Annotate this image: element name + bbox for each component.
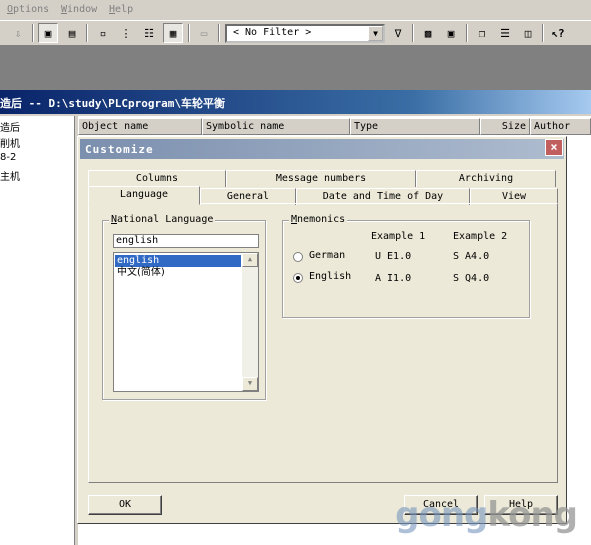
list-item[interactable]: 中文(简体) [115,267,241,279]
menubar: Options Window Help [0,0,591,20]
ok-button[interactable]: OK [88,495,162,515]
radio-german[interactable] [293,252,303,262]
german-example2: S A4.0 [453,251,490,262]
network-icon[interactable]: ▣ [38,23,58,43]
language-tab-panel: National Language english english 中文(简体)… [88,203,558,483]
close-icon[interactable]: × [545,139,563,156]
menu-window[interactable]: Window [61,4,97,15]
tree-item[interactable]: 造后 [0,119,20,134]
column-symbolic-name[interactable]: Symbolic name [202,118,350,135]
help-pointer-icon[interactable]: ↖? [548,23,568,43]
list-icon[interactable]: ⋮ [116,23,136,43]
toolbar-separator [466,24,468,42]
filter-value: < No Filter > [233,27,312,38]
label-german[interactable]: German [309,250,345,261]
national-language-label: National Language [109,214,216,225]
mnemonics-group: Mnemonics Example 1 Example 2 German U E… [282,214,530,318]
workspace-background [0,46,591,90]
column-type[interactable]: Type [350,118,480,135]
scroll-up-icon[interactable]: ▲ [242,253,258,267]
column-size[interactable]: Size [480,118,530,135]
toolbar-separator [188,24,190,42]
listbox-scrollbar[interactable]: ▲ ▼ [242,253,258,391]
disabled-icon: ▭ [200,26,208,40]
customize-dialog: Customize × Columns Message numbers Arch… [77,136,567,524]
toolbar-separator [542,24,544,42]
example1-header: Example 1 [371,231,426,242]
watermark-logo: gongkong [395,495,578,535]
tree-item[interactable]: 8-2 [0,152,16,163]
radio-english[interactable] [293,273,303,283]
project-tree[interactable]: 造后 削机 8-2 主机 [0,116,75,545]
tree-item[interactable]: 主机 [0,168,20,183]
filter-select[interactable]: < No Filter > ▼ [225,24,385,43]
tab-message-numbers[interactable]: Message numbers [226,170,416,187]
menu-options[interactable]: Options [7,4,49,15]
project-window-title: 造后 -- D:\study\PLCprogram\车轮平衡 [0,90,591,114]
small-icons-icon[interactable]: ▫ [93,23,113,43]
toolbar-separator [86,24,88,42]
cascade-icon[interactable]: ❐ [472,23,492,43]
dialog-title: Customize [80,139,564,159]
toolbar-separator [218,24,220,42]
english-example1: A I1.0 [375,273,412,284]
tile-vertical-icon[interactable]: ◫ [518,23,538,43]
mnemonics-label: Mnemonics [289,214,348,225]
english-example2: S Q4.0 [453,273,490,284]
language-listbox[interactable]: english 中文(简体) ▲ ▼ [113,252,259,392]
tab-language[interactable]: Language [88,186,200,205]
column-author[interactable]: Author [530,118,591,135]
toolbar-separator [412,24,414,42]
details-icon[interactable]: ☷ [139,23,159,43]
list-item[interactable]: english [115,255,241,267]
network-config-icon[interactable]: ▤ [62,23,82,43]
filter-icon[interactable]: ∇ [388,23,408,43]
tab-columns[interactable]: Columns [88,170,226,187]
national-language-group: National Language english english 中文(简体)… [102,214,266,400]
chevron-down-icon[interactable]: ▼ [368,26,383,41]
german-example1: U E1.0 [375,251,412,262]
menu-help[interactable]: Help [109,4,133,15]
scroll-down-icon[interactable]: ▼ [242,377,258,391]
tab-archiving[interactable]: Archiving [416,170,556,187]
toolbar-separator [32,24,34,42]
tile-horizontal-icon[interactable]: ☰ [495,23,515,43]
toolbar: ⇩ ▣ ▤ ▫ ⋮ ☷ ▦ ▭ < No Filter > ▼ ∇ ▩ ▣ ❐ … [0,20,591,46]
example2-header: Example 2 [453,231,508,242]
memory-icon[interactable]: ▣ [441,23,461,43]
table-icon[interactable]: ▦ [163,23,183,43]
tree-item[interactable]: 削机 [0,135,20,150]
language-current-field: english [113,234,259,248]
layout-icon[interactable]: ▩ [418,23,438,43]
column-object-name[interactable]: Object name [78,118,202,135]
download-icon[interactable]: ⇩ [8,23,28,43]
label-english[interactable]: English [309,271,351,282]
